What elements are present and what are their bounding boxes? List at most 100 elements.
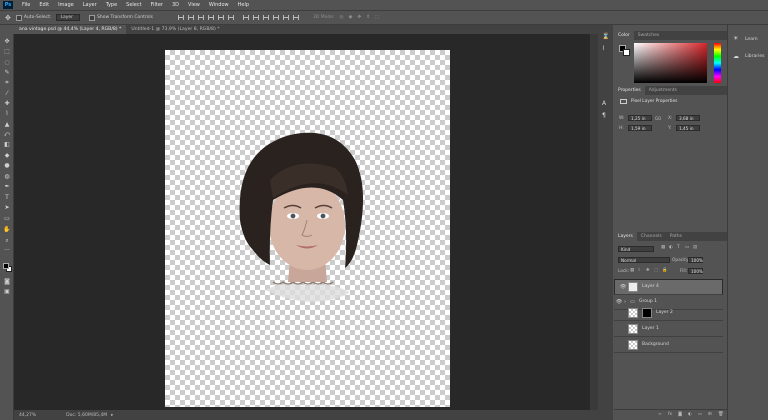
layer-name[interactable]: Background — [642, 342, 669, 347]
brush-settings-icon[interactable]: ⌇ — [602, 45, 605, 52]
menu-help[interactable]: Help — [238, 2, 249, 8]
menu-image[interactable]: Image — [58, 2, 74, 8]
eye-icon[interactable]: 👁 — [614, 299, 624, 305]
learn-label[interactable]: Learn — [745, 37, 758, 42]
zoom-level[interactable]: 44,27% — [19, 413, 36, 418]
align-top-icon[interactable] — [177, 15, 184, 20]
document-canvas[interactable] — [165, 50, 450, 407]
3d-slide-icon[interactable]: ⇕ — [366, 14, 370, 21]
character-icon[interactable]: A — [602, 100, 606, 107]
hue-slider[interactable] — [714, 43, 721, 83]
shape-tool-icon[interactable]: ▭ — [3, 215, 11, 222]
menu-3d[interactable]: 3D — [172, 2, 179, 8]
3d-orbit-icon[interactable]: ◎ — [340, 14, 344, 21]
path-select-tool-icon[interactable]: ➤ — [3, 204, 11, 211]
layer-name[interactable]: Layer 1 — [642, 326, 659, 331]
distribute-right-icon[interactable] — [292, 15, 299, 20]
new-layer-icon[interactable]: ⊞ — [708, 412, 712, 417]
screen-mode-icon[interactable]: ▣ — [3, 288, 11, 295]
align-right-icon[interactable] — [227, 15, 234, 20]
tab-channels[interactable]: Channels — [637, 232, 666, 241]
delete-layer-icon[interactable]: 🗑 — [718, 412, 723, 417]
eyedropper-tool-icon[interactable]: ⁄ — [3, 90, 11, 97]
color-field[interactable] — [634, 43, 707, 83]
tab-paths[interactable]: Paths — [666, 232, 686, 241]
layer-name[interactable]: Group 1 — [639, 299, 657, 304]
blend-mode-dropdown[interactable]: Normal — [618, 257, 670, 263]
tab-color[interactable]: Color — [614, 31, 634, 40]
fill-field[interactable]: 100% — [688, 268, 703, 274]
history-icon[interactable]: ⌛ — [602, 33, 609, 40]
libraries-icon[interactable]: ☁ — [733, 53, 739, 60]
dodge-tool-icon[interactable]: ◍ — [3, 173, 11, 180]
distribute-vcenter-icon[interactable] — [252, 15, 259, 20]
menu-select[interactable]: Select — [126, 2, 141, 8]
lock-position-icon[interactable]: ✥ — [646, 268, 650, 273]
menu-window[interactable]: Window — [209, 2, 229, 8]
tab-untitled-1[interactable]: Untitled-1 @ 73,9% (Layer 8, RGB/8) * — [126, 25, 224, 34]
libraries-label[interactable]: Libraries — [745, 54, 764, 59]
move-tool-icon[interactable]: ✥ — [5, 14, 11, 22]
type-tool-icon[interactable]: T — [3, 194, 11, 201]
foreground-color-swatch[interactable] — [3, 263, 9, 269]
pen-tool-icon[interactable]: ✒ — [3, 183, 11, 190]
tab-layers[interactable]: Layers — [614, 232, 637, 241]
paragraph-icon[interactable]: ¶ — [602, 112, 606, 119]
layer-row[interactable]: 👁 Layer 4 — [614, 279, 723, 295]
distribute-bottom-icon[interactable] — [262, 15, 269, 20]
eye-icon[interactable]: 👁 — [618, 284, 628, 290]
add-mask-icon[interactable]: ◙ — [678, 412, 682, 417]
bg-color-chip[interactable] — [623, 49, 630, 56]
lock-pixels-icon[interactable]: ▦ — [630, 268, 634, 273]
paint-bucket-tool-icon[interactable]: ◆ — [3, 152, 11, 159]
filter-type-icon[interactable]: T — [677, 245, 680, 250]
blur-tool-icon[interactable]: ● — [3, 162, 11, 169]
marquee-tool-icon[interactable]: ⬚ — [3, 48, 11, 55]
history-brush-tool-icon[interactable]: ⤺ — [3, 131, 11, 138]
filter-shape-icon[interactable]: ▭ — [685, 245, 689, 250]
lock-all-icon[interactable]: 🔒 — [662, 268, 667, 273]
link-layers-icon[interactable]: ∞ — [658, 412, 662, 417]
doc-size[interactable]: Doc: 5,60M/85,4M — [66, 413, 107, 418]
stamp-tool-icon[interactable]: ▲ — [3, 121, 11, 128]
layer-row[interactable]: Layer 1 — [614, 321, 723, 337]
tab-properties[interactable]: Properties — [614, 86, 645, 95]
zoom-tool-icon[interactable]: ⌕ — [3, 237, 11, 244]
filter-kind-dropdown[interactable]: Kind — [618, 246, 654, 252]
distribute-top-icon[interactable] — [242, 15, 249, 20]
layer-name[interactable]: Layer 4 — [642, 284, 659, 290]
learn-icon[interactable]: ☀ — [733, 35, 738, 42]
layer-row[interactable]: Background — [614, 337, 723, 353]
layer-row[interactable]: Layer 2 — [614, 305, 723, 321]
menu-filter[interactable]: Filter — [151, 2, 163, 8]
align-left-icon[interactable] — [207, 15, 214, 20]
brush-tool-icon[interactable]: ⌇ — [3, 110, 11, 117]
align-bottom-icon[interactable] — [197, 15, 204, 20]
distribute-left-icon[interactable] — [272, 15, 279, 20]
lock-artboard-icon[interactable]: ⬚ — [654, 268, 658, 273]
vertical-scrollbar[interactable] — [590, 34, 598, 410]
healing-tool-icon[interactable]: ✚ — [3, 100, 11, 107]
menu-layer[interactable]: Layer — [83, 2, 97, 8]
menu-type[interactable]: Type — [106, 2, 117, 8]
menu-edit[interactable]: Edit — [39, 2, 49, 8]
hand-tool-icon[interactable]: ✋ — [3, 226, 11, 233]
menu-file[interactable]: File — [22, 2, 30, 8]
quick-mask-icon[interactable]: ◙ — [3, 278, 11, 285]
adjustment-layer-icon[interactable]: ◐ — [688, 412, 692, 417]
align-vcenter-icon[interactable] — [187, 15, 194, 20]
lasso-tool-icon[interactable]: ◌ — [3, 59, 11, 66]
move-tool-icon[interactable]: ✥ — [3, 38, 11, 45]
crop-tool-icon[interactable]: ⌗ — [3, 79, 11, 86]
eraser-tool-icon[interactable]: ◧ — [3, 141, 11, 148]
new-group-icon[interactable]: ▭ — [698, 412, 702, 417]
filter-smart-icon[interactable]: ▤ — [693, 245, 697, 250]
h-field[interactable]: 1,59 in — [628, 125, 652, 131]
3d-pan-icon[interactable]: ✥ — [357, 14, 361, 21]
status-arrow-icon[interactable]: ▸ — [111, 413, 113, 418]
tab-ana-vintage[interactable]: ana vintage.psd @ 44,4% (Layer 4, RGB/8)… — [14, 25, 127, 34]
tab-swatches[interactable]: Swatches — [634, 31, 664, 40]
add-style-icon[interactable]: fx — [668, 412, 672, 417]
align-hcenter-icon[interactable] — [217, 15, 224, 20]
filter-adjust-icon[interactable]: ◐ — [669, 245, 673, 250]
